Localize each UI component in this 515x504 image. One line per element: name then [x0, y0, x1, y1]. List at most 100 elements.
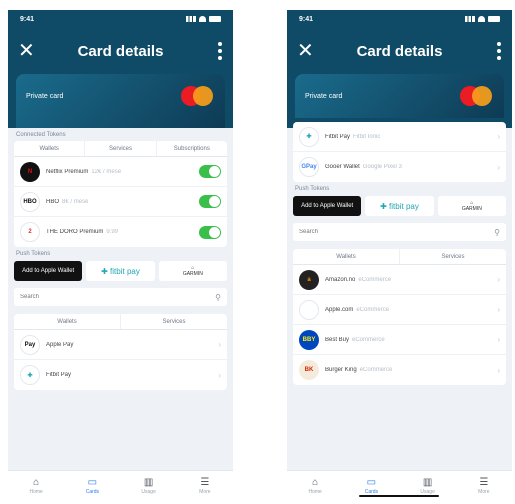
- fitbit-logo: ✚: [299, 126, 319, 147]
- row-name: Netflix Premium: [46, 168, 89, 175]
- fitbit-logo: ✚: [20, 365, 40, 385]
- row-name: Best Buy: [325, 336, 350, 343]
- chevron-right-icon: ›: [497, 305, 500, 314]
- wallet-row[interactable]: ✚ Fitbit Pay ›: [14, 360, 227, 390]
- section-label-push: Push Tokens: [295, 186, 330, 192]
- tab-services[interactable]: Services: [400, 249, 506, 264]
- row-subtitle: 9.99: [106, 229, 119, 235]
- row-subtitle: Google Pixel 3: [362, 164, 402, 170]
- more-icon: ☰: [200, 476, 210, 488]
- toggle-switch[interactable]: [199, 165, 221, 178]
- usage-icon: ▥: [143, 476, 154, 488]
- more-icon: ☰: [479, 476, 489, 488]
- services-panel: Wallets Services a Amazon.no eCommerce › …: [293, 249, 506, 385]
- amazon-logo: a: [299, 269, 319, 290]
- push-tokens-row: Add to Apple Wallet ✚ fitbit pay ⌂ GARMIN: [287, 195, 512, 217]
- doro-logo: 2: [20, 222, 40, 242]
- tab-wallets[interactable]: Wallets: [14, 141, 86, 156]
- fitbit-pay-button[interactable]: ✚ fitbit pay: [365, 196, 434, 216]
- tab-services[interactable]: Services: [121, 314, 227, 329]
- google-pay-logo: GPay: [299, 157, 319, 177]
- nav-label: Home: [308, 488, 322, 495]
- chevron-right-icon: ›: [218, 370, 221, 380]
- tab-wallets[interactable]: Wallets: [14, 314, 121, 329]
- bottom-nav: ⌂ Home ▭ Cards ▥ Usage ☰ More: [287, 470, 512, 500]
- more-options-icon[interactable]: [217, 42, 223, 60]
- payment-card[interactable]: Private card: [16, 74, 225, 128]
- chevron-right-icon: ›: [497, 162, 500, 172]
- row-subtitle: eCommerce: [356, 306, 390, 313]
- tab-services[interactable]: Services: [85, 141, 157, 156]
- netflix-logo: N: [20, 161, 40, 182]
- wallet-row[interactable]: ✚ Fitbit Pay Fitbit Ionic ›: [293, 122, 506, 152]
- apple-logo: [299, 299, 319, 320]
- row-name: Burger King: [325, 367, 357, 373]
- garmin-button[interactable]: ⌂ GARMIN: [437, 196, 506, 216]
- service-row[interactable]: Apple.com eCommerce ›: [293, 295, 506, 325]
- nav-usage[interactable]: ▥ Usage: [121, 471, 177, 500]
- nav-label: Cards: [85, 488, 100, 495]
- home-icon: ⌂: [33, 476, 40, 488]
- wallet-row[interactable]: Pay Apple Pay ›: [14, 330, 227, 360]
- nav-cards[interactable]: ▭ Cards: [64, 471, 120, 500]
- toggle-switch[interactable]: [199, 195, 221, 208]
- service-row[interactable]: a Amazon.no eCommerce ›: [293, 265, 506, 295]
- card-label: Private card: [305, 93, 343, 100]
- row-name: Amazon.no: [325, 276, 356, 283]
- search-bar: ⚲: [293, 223, 506, 241]
- subscription-row[interactable]: N Netflix Premium 12€ / mese: [14, 157, 227, 187]
- row-name: Fitbit Pay: [325, 133, 351, 140]
- connected-tokens-panel: Wallets Services Subscriptions N Netflix…: [14, 141, 227, 247]
- status-time: 9:41: [299, 16, 314, 23]
- nav-label: Cards: [364, 488, 379, 495]
- search-bar: ⚲: [14, 288, 227, 306]
- row-name: Apple.com: [325, 306, 354, 313]
- nav-more[interactable]: ☰ More: [456, 471, 512, 500]
- row-name: HBO: [46, 198, 60, 205]
- wallets-panel: Wallets Services Pay Apple Pay › ✚ Fitbi…: [14, 314, 227, 390]
- nav-home[interactable]: ⌂ Home: [287, 471, 343, 500]
- search-icon[interactable]: ⚲: [215, 293, 221, 302]
- row-subtitle: eCommerce: [352, 336, 385, 343]
- push-tokens-row: Add to Apple Wallet ✚ fitbit pay ⌂ GARMIN: [8, 260, 233, 282]
- status-time: 9:41: [20, 16, 35, 23]
- status-bar: 9:41: [20, 16, 221, 26]
- tab-subscriptions[interactable]: Subscriptions: [157, 141, 227, 156]
- subscription-row[interactable]: HBO HBO 8€ / mese: [14, 187, 227, 217]
- nav-home[interactable]: ⌂ Home: [8, 471, 64, 500]
- chevron-right-icon: ›: [497, 335, 500, 344]
- home-icon: ⌂: [312, 476, 319, 488]
- search-icon[interactable]: ⚲: [494, 228, 500, 237]
- cards-icon: ▭: [87, 476, 98, 488]
- garmin-label: GARMIN: [461, 206, 482, 212]
- battery-icon: [209, 16, 221, 22]
- apple-pay-logo: Pay: [20, 334, 40, 355]
- service-row[interactable]: BK Burger King eCommerce ›: [293, 355, 506, 385]
- payment-card[interactable]: Private card: [295, 74, 504, 118]
- wallet-row[interactable]: GPay Gooer Wallet Google Pixel 3 ›: [293, 152, 506, 182]
- header: 9:41 ✕ Card details Private card: [287, 10, 512, 128]
- row-name: Gooer Wallet: [325, 164, 360, 170]
- search-input[interactable]: [20, 294, 216, 300]
- row-subtitle: eCommerce: [358, 276, 392, 283]
- service-row[interactable]: BBY Best Buy eCommerce ›: [293, 325, 506, 355]
- garmin-button[interactable]: ⌂ GARMIN: [158, 261, 227, 281]
- nav-label: More: [199, 488, 211, 495]
- cards-icon: ▭: [366, 476, 377, 488]
- toggle-switch[interactable]: [199, 225, 221, 239]
- apple-wallet-button[interactable]: Add to Apple Wallet: [14, 261, 83, 281]
- nav-more[interactable]: ☰ More: [177, 471, 233, 500]
- tab-wallets[interactable]: Wallets: [293, 249, 400, 264]
- row-name: Apple Pay: [46, 341, 74, 348]
- card-label: Private card: [26, 93, 64, 100]
- row-subtitle: eCommerce: [359, 367, 393, 373]
- more-options-icon[interactable]: [496, 42, 502, 60]
- fitbit-pay-button[interactable]: ✚ fitbit pay: [86, 261, 155, 281]
- nav-label: Home: [29, 488, 43, 495]
- row-name: THE DORO Premium: [46, 229, 104, 235]
- row-name: Fitbit Pay: [46, 372, 72, 378]
- subscription-row[interactable]: 2 THE DORO Premium 9.99: [14, 217, 227, 247]
- search-input[interactable]: [299, 229, 495, 235]
- header: 9:41 ✕ Card details Private card: [8, 10, 233, 128]
- apple-wallet-button[interactable]: Add to Apple Wallet: [293, 196, 362, 216]
